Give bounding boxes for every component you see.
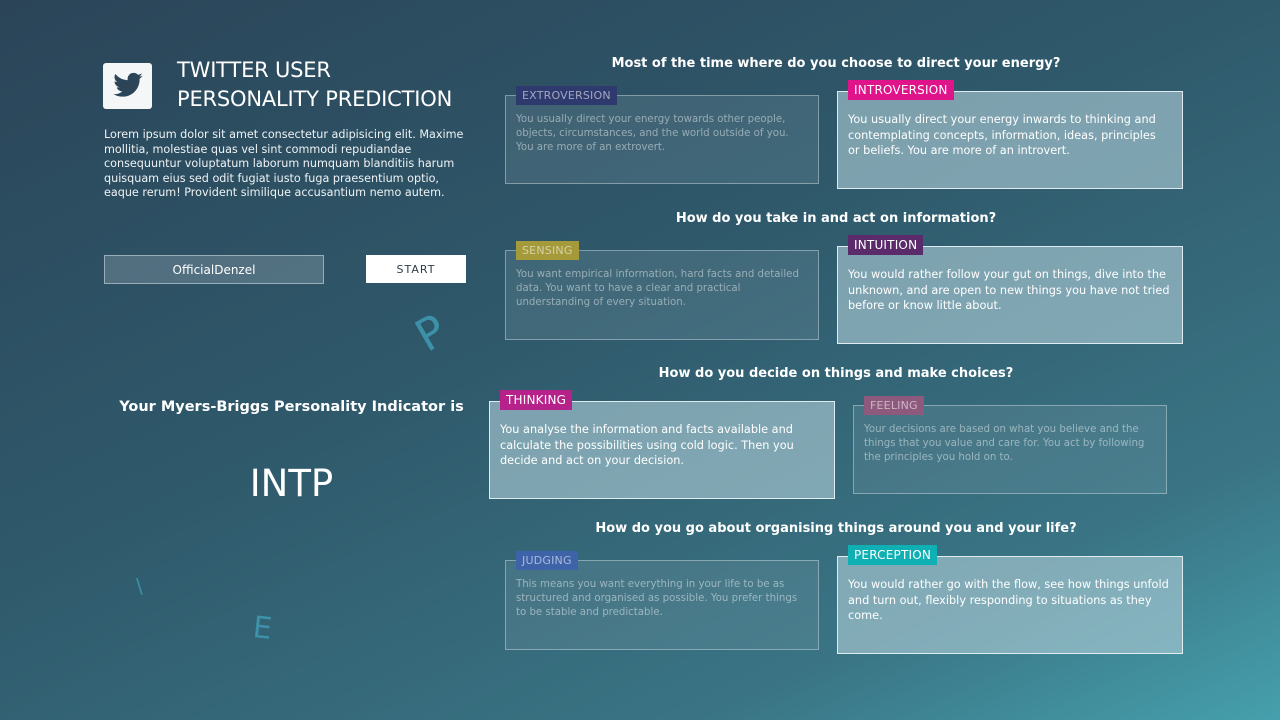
option-feeling-text: Your decisions are based on what you bel… — [864, 424, 1145, 464]
option-judging-text: This means you want everything in your l… — [516, 579, 798, 619]
option-extroversion[interactable]: EXTROVERSION You usually direct your ene… — [505, 86, 819, 184]
option-thinking-text: You analyse the information and facts av… — [500, 423, 794, 467]
tag-perception: PERCEPTION — [848, 545, 938, 565]
twitter-logo — [103, 63, 152, 109]
username-input[interactable] — [104, 255, 324, 284]
tag-thinking: THINKING — [500, 390, 573, 410]
tag-intuition: INTUITION — [848, 235, 924, 255]
option-feeling[interactable]: FEELING Your decisions are based on what… — [853, 396, 1167, 494]
tag-judging: JUDGING — [516, 551, 578, 570]
tag-feeling: FEELING — [864, 396, 924, 415]
decorative-letter-slash: \ — [136, 574, 143, 598]
option-sensing-text: You want empirical information, hard fac… — [516, 269, 799, 309]
option-intuition-text: You would rather follow your gut on thin… — [848, 268, 1170, 312]
start-button[interactable]: START — [366, 255, 466, 283]
option-thinking[interactable]: THINKING You analyse the information and… — [489, 390, 835, 499]
result-label: Your Myers-Briggs Personality Indicator … — [119, 399, 464, 415]
app-title: TWITTER USER PERSONALITY PREDICTION — [177, 56, 477, 114]
option-extroversion-text: You usually direct your energy towards o… — [516, 114, 789, 154]
personality-type: INTP — [249, 462, 334, 505]
twitter-bird-icon — [112, 72, 143, 97]
option-perception[interactable]: PERCEPTION You would rather go with the … — [837, 545, 1183, 654]
option-perception-text: You would rather go with the flow, see h… — [848, 578, 1169, 622]
question-information: How do you take in and act on informatio… — [675, 211, 997, 226]
app-title-line1: TWITTER USER — [177, 58, 331, 82]
option-introversion-text: You usually direct your energy inwards t… — [848, 113, 1156, 157]
tag-introversion: INTROVERSION — [848, 80, 954, 100]
option-judging[interactable]: JUDGING This means you want everything i… — [505, 551, 819, 650]
app-title-line2: PERSONALITY PREDICTION — [177, 87, 453, 111]
option-introversion[interactable]: INTROVERSION You usually direct your ene… — [837, 80, 1183, 189]
option-sensing[interactable]: SENSING You want empirical information, … — [505, 241, 819, 340]
tag-sensing: SENSING — [516, 241, 579, 260]
decorative-letter-p: P — [407, 304, 456, 363]
question-organising: How do you go about organising things ar… — [595, 521, 1077, 536]
question-energy: Most of the time where do you choose to … — [611, 56, 1061, 71]
decorative-letter-e: E — [251, 610, 274, 647]
option-intuition[interactable]: INTUITION You would rather follow your g… — [837, 235, 1183, 344]
tag-extroversion: EXTROVERSION — [516, 86, 617, 105]
app-description: Lorem ipsum dolor sit amet consectetur a… — [104, 128, 464, 200]
question-decisions: How do you decide on things and make cho… — [658, 366, 1014, 381]
